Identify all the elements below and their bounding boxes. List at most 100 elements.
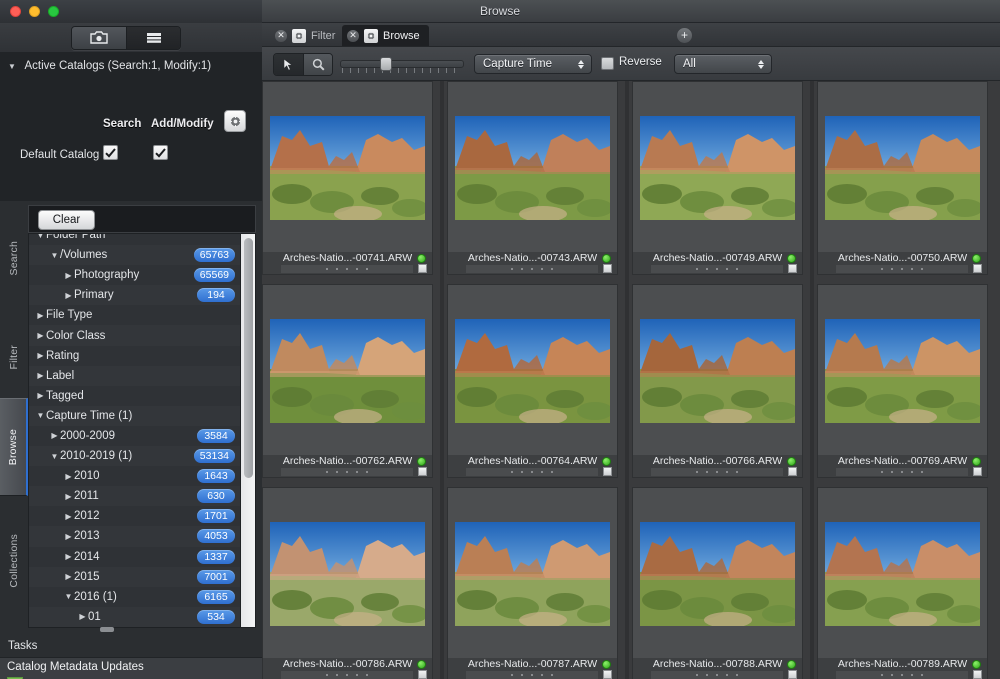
gear-icon[interactable]: [364, 28, 378, 43]
rating-star[interactable]: [716, 674, 718, 676]
thumbnail-image-area[interactable]: [263, 488, 432, 660]
rating-star[interactable]: [521, 471, 523, 473]
thumbnail-image-area[interactable]: [263, 285, 432, 457]
rating-star[interactable]: [531, 674, 533, 676]
thumbnail-cell[interactable]: Arches-Natio...-00769.ARW: [817, 284, 988, 478]
filter-tree[interactable]: ▼ Folder Path ▼/Volumes 65763 ▶ Photography 65…: [28, 233, 256, 628]
rating-stars[interactable]: [466, 265, 598, 273]
thumbnail-select-checkbox[interactable]: [973, 467, 982, 476]
rating-star[interactable]: [326, 471, 328, 473]
thumbnail-select-checkbox[interactable]: [418, 670, 427, 679]
thumbnail-image-area[interactable]: [818, 82, 987, 254]
thumbnail-cell[interactable]: Arches-Natio...-00741.ARW: [262, 81, 433, 275]
rating-stars[interactable]: [466, 671, 598, 679]
rating-star[interactable]: [346, 471, 348, 473]
rating-star[interactable]: [881, 471, 883, 473]
tree-row[interactable]: ▶ Tagged: [29, 386, 241, 406]
chevron-right-icon[interactable]: ▶: [35, 311, 46, 320]
close-icon[interactable]: ✕: [275, 29, 287, 42]
filter-popup-button[interactable]: All: [674, 54, 772, 74]
clear-button[interactable]: Clear: [38, 210, 95, 230]
rating-star[interactable]: [541, 674, 543, 676]
rating-star[interactable]: [696, 674, 698, 676]
thumbnail-select-checkbox[interactable]: [603, 264, 612, 273]
thumbnail-photo[interactable]: [640, 319, 795, 423]
rating-star[interactable]: [891, 268, 893, 270]
rating-star[interactable]: [521, 268, 523, 270]
rating-star[interactable]: [366, 268, 368, 270]
tree-row[interactable]: ▶ 2013 4053: [29, 526, 241, 547]
rating-star[interactable]: [366, 674, 368, 676]
rating-star[interactable]: [356, 674, 358, 676]
rating-stars[interactable]: [281, 468, 413, 476]
rating-star[interactable]: [726, 471, 728, 473]
magnifier-icon[interactable]: [303, 54, 332, 75]
panel-resize-handle[interactable]: [100, 627, 114, 632]
thumbnail-image-area[interactable]: [633, 488, 802, 660]
rating-star[interactable]: [336, 674, 338, 676]
rating-stars[interactable]: [836, 468, 968, 476]
thumbnail-select-checkbox[interactable]: [973, 670, 982, 679]
rating-star[interactable]: [696, 471, 698, 473]
thumbnail-select-checkbox[interactable]: [788, 264, 797, 273]
rating-control[interactable]: [651, 265, 783, 273]
rating-star[interactable]: [901, 674, 903, 676]
cursor-arrow-icon[interactable]: [274, 54, 303, 75]
rating-star[interactable]: [521, 674, 523, 676]
thumbnail-cell[interactable]: Arches-Natio...-00787.ARW: [447, 487, 618, 679]
slider-knob[interactable]: [380, 57, 392, 71]
rating-control[interactable]: [466, 671, 598, 679]
layers-list-icon[interactable]: [126, 27, 180, 49]
rating-control[interactable]: [466, 468, 598, 476]
chevron-down-icon[interactable]: ▼: [63, 592, 74, 601]
rating-star[interactable]: [326, 268, 328, 270]
rating-control[interactable]: [281, 265, 413, 273]
rating-control[interactable]: [281, 671, 413, 679]
tree-row[interactable]: ▶ 2015 7001: [29, 566, 241, 587]
rating-star[interactable]: [356, 471, 358, 473]
thumbnail-size-slider[interactable]: [340, 57, 464, 73]
thumbnail-photo[interactable]: [825, 116, 980, 220]
tree-row[interactable]: ▶ Label: [29, 365, 241, 386]
rating-star[interactable]: [736, 268, 738, 270]
chevron-right-icon[interactable]: ▶: [77, 612, 88, 621]
tree-row[interactable]: ▶ File Type: [29, 305, 241, 325]
thumbnail-image-area[interactable]: [448, 285, 617, 457]
default-catalog-search-checkbox[interactable]: [103, 145, 118, 160]
rating-stars[interactable]: [651, 671, 783, 679]
rating-star[interactable]: [901, 268, 903, 270]
rating-star[interactable]: [511, 674, 513, 676]
thumbnail-cell[interactable]: Arches-Natio...-00762.ARW: [262, 284, 433, 478]
gear-icon[interactable]: [224, 110, 246, 132]
thumbnail-photo[interactable]: [640, 116, 795, 220]
chevron-right-icon[interactable]: ▶: [35, 331, 46, 340]
rating-star[interactable]: [726, 268, 728, 270]
rating-control[interactable]: [651, 468, 783, 476]
thumbnail-image-area[interactable]: [448, 488, 617, 660]
thumbnail-cell[interactable]: Arches-Natio...-00750.ARW: [817, 81, 988, 275]
tool-segmented-control[interactable]: [273, 53, 333, 76]
rating-star[interactable]: [511, 471, 513, 473]
thumbnail-photo[interactable]: [455, 319, 610, 423]
reverse-checkbox[interactable]: [601, 57, 614, 70]
thumbnail-cell[interactable]: Arches-Natio...-00788.ARW: [632, 487, 803, 679]
rating-star[interactable]: [911, 674, 913, 676]
rating-star[interactable]: [336, 268, 338, 270]
sidebar-item-search[interactable]: Search: [0, 201, 28, 316]
thumbnail-select-checkbox[interactable]: [973, 264, 982, 273]
rating-star[interactable]: [541, 471, 543, 473]
sidebar-item-collections[interactable]: Collections: [0, 496, 28, 626]
chevron-down-icon[interactable]: ▼: [49, 452, 60, 461]
active-catalogs-header[interactable]: ▼ Active Catalogs (Search:1, Modify:1): [0, 53, 262, 79]
rating-stars[interactable]: [651, 468, 783, 476]
camera-icon[interactable]: [72, 27, 126, 49]
rating-star[interactable]: [911, 471, 913, 473]
thumbnail-cell[interactable]: Arches-Natio...-00786.ARW: [262, 487, 433, 679]
gear-icon[interactable]: [292, 28, 306, 43]
tree-row[interactable]: ▶ 2000-2009 3584: [29, 426, 241, 446]
close-icon[interactable]: ✕: [347, 29, 359, 42]
chevron-right-icon[interactable]: ▶: [63, 291, 74, 300]
chevron-down-icon[interactable]: ▼: [49, 251, 60, 260]
tree-row[interactable]: ▶ 01 534: [29, 606, 241, 627]
rating-star[interactable]: [881, 674, 883, 676]
